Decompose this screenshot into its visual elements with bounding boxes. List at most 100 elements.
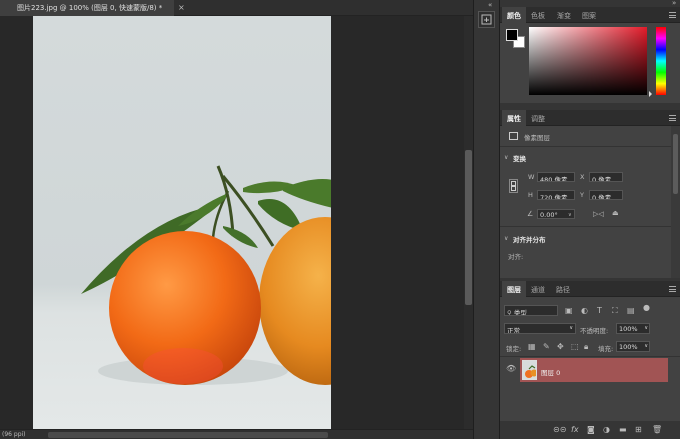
properties-scrollbar[interactable]: [671, 126, 680, 278]
right-panels: » 颜色 色板 渐变 图案 属性 调整 像素图层 ∨ 变换 W 480 像素 X…: [500, 0, 680, 439]
lock-all-icon[interactable]: 🔒︎: [584, 343, 588, 351]
photoshop-window: 图片223.jpg @ 100% (图层 0, 快速蒙版/8) * × (96 …: [0, 0, 680, 439]
filter-toggle-icon[interactable]: ●: [643, 304, 650, 312]
fx-icon[interactable]: fx: [571, 426, 579, 434]
x-field[interactable]: 0 像素: [589, 172, 623, 182]
width-field[interactable]: 480 像素: [537, 172, 575, 182]
layer-name[interactable]: 图层 0: [541, 367, 560, 377]
status-bar: (96 ppi): [0, 429, 473, 439]
opacity-label: 不透明度:: [580, 327, 609, 335]
layers-footer: ⊝⊝ fx ◙ ◑ ▬ ⊞ 🗑︎: [500, 421, 680, 439]
height-field[interactable]: 720 像素: [537, 190, 575, 200]
layer-kind-label: 像素图层: [524, 134, 550, 142]
pixel-layer-icon: [509, 132, 518, 140]
properties-panel-tabs: 属性 调整: [500, 110, 680, 126]
color-panel-menu-icon[interactable]: [669, 12, 676, 18]
chevron-down-icon: ∨: [644, 325, 648, 331]
layers-panel: ⚲ 类型 ▣ ◐ T ⛶ ▤ ● 正常 ∨ 不透明度: 100% ∨ 锁定: ▦…: [500, 297, 680, 439]
fill-label: 填充:: [598, 345, 614, 353]
chevron-down-icon[interactable]: ∨: [504, 154, 508, 162]
lock-artboard-icon[interactable]: ⬚: [571, 343, 579, 351]
tab-gradients[interactable]: 渐变: [552, 7, 576, 23]
horizontal-scroll-thumb[interactable]: [48, 432, 328, 438]
filter-smart-object-icon[interactable]: ▤: [627, 307, 635, 315]
color-field[interactable]: [529, 27, 647, 95]
layers-panel-menu-icon[interactable]: [669, 286, 676, 292]
tab-paths[interactable]: 路径: [551, 281, 575, 297]
filter-type-icon[interactable]: T: [597, 307, 602, 315]
properties-scroll-thumb[interactable]: [673, 134, 678, 194]
properties-panel-menu-icon[interactable]: [669, 115, 676, 121]
document-tab-bar: 图片223.jpg @ 100% (图层 0, 快速蒙版/8) * ×: [0, 0, 473, 16]
close-tab-icon[interactable]: ×: [178, 3, 185, 12]
tab-swatches[interactable]: 色板: [526, 7, 550, 23]
collapse-dock-icon[interactable]: «: [488, 1, 492, 9]
angle-dropdown-chevron-icon[interactable]: ∨: [568, 211, 572, 219]
search-icon: ⚲: [507, 309, 512, 316]
mask-icon[interactable]: ◙: [587, 426, 595, 434]
collapse-panels-icon[interactable]: »: [672, 0, 676, 7]
new-layer-icon[interactable]: ⊞: [635, 426, 642, 434]
history-icon[interactable]: [478, 11, 495, 28]
tab-color[interactable]: 颜色: [502, 7, 526, 23]
fill-field[interactable]: 100% ∨: [616, 341, 650, 352]
divider: [500, 146, 671, 147]
trash-icon[interactable]: 🗑︎: [652, 426, 662, 434]
document-tab-title: 图片223.jpg @ 100% (图层 0, 快速蒙版/8) *: [17, 4, 163, 12]
tab-channels[interactable]: 通道: [526, 281, 550, 297]
filter-shape-icon[interactable]: ⛶: [612, 307, 618, 315]
lock-label: 锁定:: [506, 345, 522, 353]
layer-thumbnail[interactable]: [522, 360, 537, 380]
link-icon[interactable]: ⊝⊝: [553, 426, 566, 434]
tab-layers[interactable]: 图层: [502, 281, 526, 297]
layer-filter-select[interactable]: ⚲ 类型: [504, 305, 558, 316]
oranges-photo: [81, 165, 331, 385]
filter-adjustment-icon[interactable]: ◐: [581, 307, 588, 315]
color-panel: [500, 23, 680, 103]
foreground-color-swatch[interactable]: [506, 29, 518, 41]
fill-value: 100%: [619, 343, 638, 351]
height-label: H: [528, 191, 533, 199]
transform-section-title: 变换: [513, 155, 526, 163]
y-label: Y: [580, 191, 584, 199]
vertical-scroll-thumb[interactable]: [465, 150, 472, 305]
vertical-scrollbar[interactable]: [464, 16, 473, 429]
y-field[interactable]: 0 像素: [589, 190, 623, 200]
chevron-down-icon: ∨: [644, 343, 648, 349]
color-panel-tabs: 颜色 色板 渐变 图案: [500, 7, 680, 23]
hue-slider-handle[interactable]: [649, 91, 652, 97]
document-image[interactable]: [33, 16, 331, 429]
align-section-title: 对齐并分布: [513, 236, 546, 244]
link-dimensions-icon[interactable]: [509, 179, 518, 193]
divider: [500, 226, 671, 227]
panel-dock: «: [473, 0, 500, 439]
layers-panel-tabs: 图层 通道 路径: [500, 281, 680, 297]
flip-horizontal-icon[interactable]: ▷◁: [593, 210, 604, 218]
blend-mode-select[interactable]: 正常 ∨: [504, 323, 576, 334]
x-label: X: [580, 173, 585, 181]
opacity-value: 100%: [619, 325, 638, 333]
flip-vertical-icon[interactable]: ⏏: [612, 209, 619, 217]
chevron-down-icon: ∨: [569, 325, 573, 331]
align-label: 对齐:: [508, 253, 524, 261]
opacity-field[interactable]: 100% ∨: [616, 323, 650, 334]
width-label: W: [528, 173, 535, 181]
lock-transparent-icon[interactable]: ▦: [528, 343, 536, 351]
chevron-down-icon[interactable]: ∨: [504, 235, 508, 243]
canvas-area[interactable]: [0, 16, 464, 429]
adjustment-icon[interactable]: ◑: [603, 426, 610, 434]
lock-image-icon[interactable]: ✎: [543, 343, 550, 351]
hue-slider[interactable]: [656, 27, 666, 95]
tab-patterns[interactable]: 图案: [577, 7, 601, 23]
tab-adjustments[interactable]: 调整: [526, 110, 550, 126]
document-tab[interactable]: 图片223.jpg @ 100% (图层 0, 快速蒙版/8) *: [0, 0, 174, 16]
filter-pixel-icon[interactable]: ▣: [565, 307, 573, 315]
layer-filter-value: 类型: [513, 309, 527, 316]
properties-panel: 像素图层 ∨ 变换 W 480 像素 X 0 像素 H 720 像素 Y 0 像…: [500, 126, 680, 278]
resolution-readout: (96 ppi): [2, 431, 26, 438]
eye-icon[interactable]: 👁︎: [506, 365, 516, 373]
blend-mode-value: 正常: [507, 327, 520, 334]
folder-icon[interactable]: ▬: [619, 426, 627, 434]
lock-position-icon[interactable]: ✥: [557, 343, 564, 351]
tab-properties[interactable]: 属性: [502, 110, 526, 126]
